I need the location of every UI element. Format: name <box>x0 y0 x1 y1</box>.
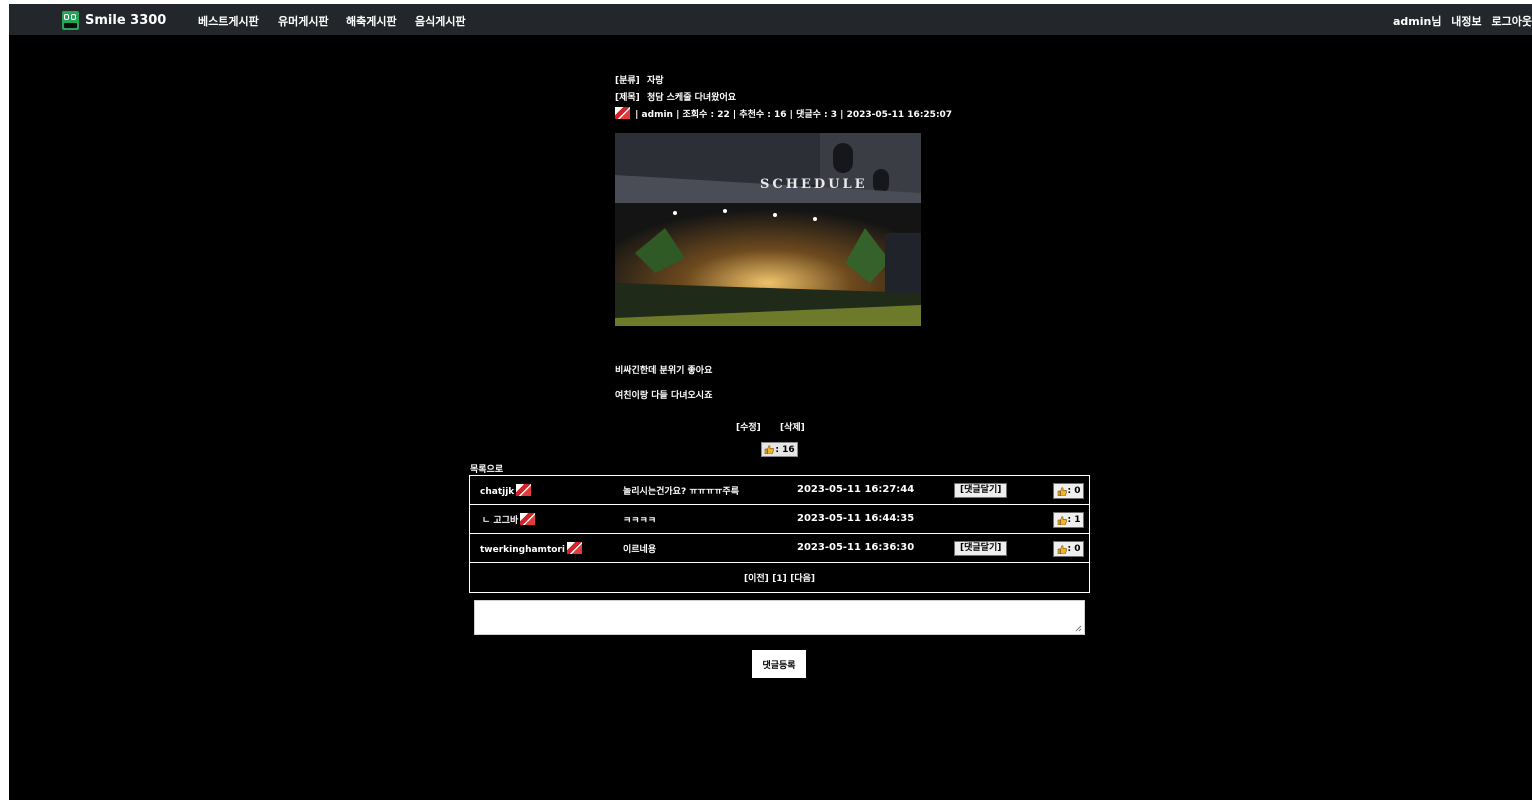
post-meta-line: | admin | 조회수 : 22 | 추천수 : 16 | 댓글수 : 3 … <box>615 107 952 120</box>
post-body-line: 여친이랑 다들 다녀오시죠 <box>615 391 713 401</box>
comment-like-button[interactable]: : 0 <box>1053 483 1084 499</box>
post-photo: SCHEDULE <box>615 133 921 326</box>
smile-logo-icon <box>62 10 79 30</box>
comment-date: 2023-05-11 16:44:35 <box>797 513 915 524</box>
post-title: 청담 스케줄 다녀왔어요 <box>646 93 737 103</box>
reply-button[interactable]: [댓글달기] <box>954 541 1008 556</box>
post-meta: | admin | 조회수 : 22 | 추천수 : 16 | 댓글수 : 3 … <box>635 110 953 120</box>
user-badge-icon <box>516 484 532 496</box>
post-title-line: [제목] 청담 스케줄 다녀왔어요 <box>615 90 736 103</box>
submit-comment-button[interactable]: 댓글등록 <box>752 650 806 678</box>
my-info-link[interactable]: 내정보 <box>1451 15 1481 28</box>
comment-like-count: : 1 <box>1067 515 1081 525</box>
comment-like-count: : 0 <box>1067 544 1081 554</box>
prev-page-link[interactable]: [이전] <box>744 571 769 584</box>
comment-row: chatjjk 놀리시는건가요? ㅠㅠㅠㅠ주륵 2023-05-11 16:27… <box>470 476 1089 505</box>
comment-text: 놀리시는건가요? ㅠㅠㅠㅠ주륵 <box>623 487 739 497</box>
user-greeting: admin님 <box>1392 15 1442 28</box>
comment-like-button[interactable]: : 0 <box>1053 541 1084 557</box>
thumbs-up-icon <box>764 445 775 454</box>
page-1-link[interactable]: [1] <box>772 574 787 584</box>
post-like-button[interactable]: : 16 <box>761 442 798 457</box>
thumbs-up-icon <box>1057 515 1067 525</box>
reply-button[interactable]: [댓글달기] <box>954 483 1008 498</box>
comment-row: twerkinghamtori 이르네용 2023-05-11 16:36:30… <box>470 534 1089 563</box>
title-label: [제목] <box>615 93 640 103</box>
thumbs-up-icon <box>1057 544 1067 554</box>
nav-food-board[interactable]: 음식게시판 <box>415 13 466 29</box>
nav-best-board[interactable]: 베스트게시판 <box>198 13 259 29</box>
nav-football-board[interactable]: 해축게시판 <box>346 13 397 29</box>
post-body-line: 비싸긴한데 분위기 좋아요 <box>615 366 713 376</box>
comment-author: ㄴ 고그바 <box>482 513 536 526</box>
page: Smile 3300 베스트게시판 유머게시판 해축게시판 음식게시판 admi… <box>9 4 1532 800</box>
nav-humor-board[interactable]: 유머게시판 <box>278 13 329 29</box>
comment-date: 2023-05-11 16:36:30 <box>797 542 915 553</box>
delete-post-link[interactable]: [삭제] <box>780 420 805 433</box>
comment-author: chatjjk <box>480 484 532 497</box>
pagination: [이전] [1] [다음] <box>470 563 1089 592</box>
comment-author: twerkinghamtori <box>480 542 582 555</box>
category-label: [분류] <box>615 76 640 86</box>
resize-grip-icon[interactable] <box>1075 625 1082 632</box>
user-badge-icon <box>566 542 582 554</box>
comment-like-count: : 0 <box>1067 486 1081 496</box>
comment-textarea[interactable] <box>474 600 1085 635</box>
back-to-list-link[interactable]: 목록으로 <box>470 462 503 475</box>
logout-link[interactable]: 로그아웃 <box>1492 15 1532 28</box>
top-navbar: Smile 3300 베스트게시판 유머게시판 해축게시판 음식게시판 admi… <box>9 4 1532 35</box>
next-page-link[interactable]: [다음] <box>790 571 815 584</box>
user-menu: admin님 내정보 로그아웃 <box>1393 13 1532 29</box>
thumbs-up-icon <box>1057 486 1067 496</box>
comment-text: ㅋㅋㅋㅋ <box>623 516 657 526</box>
edit-post-link[interactable]: [수정] <box>736 420 761 433</box>
comment-like-button[interactable]: : 1 <box>1053 512 1084 528</box>
photo-sign-text: SCHEDULE <box>760 177 868 192</box>
home-logo-link[interactable]: Smile 3300 <box>62 10 166 30</box>
comment-text: 이르네용 <box>623 545 657 555</box>
user-badge-icon <box>615 107 630 119</box>
post-category-line: [분류] 자랑 <box>615 73 664 86</box>
comment-row: ㄴ 고그바 ㅋㅋㅋㅋ 2023-05-11 16:44:35 : 1 <box>470 505 1089 534</box>
user-badge-icon <box>520 513 536 525</box>
site-name: Smile 3300 <box>85 12 167 28</box>
post-like-count: : 16 <box>775 444 795 455</box>
comment-date: 2023-05-11 16:27:44 <box>797 484 915 495</box>
post-category: 자랑 <box>646 76 664 86</box>
comment-table: chatjjk 놀리시는건가요? ㅠㅠㅠㅠ주륵 2023-05-11 16:27… <box>469 475 1090 593</box>
